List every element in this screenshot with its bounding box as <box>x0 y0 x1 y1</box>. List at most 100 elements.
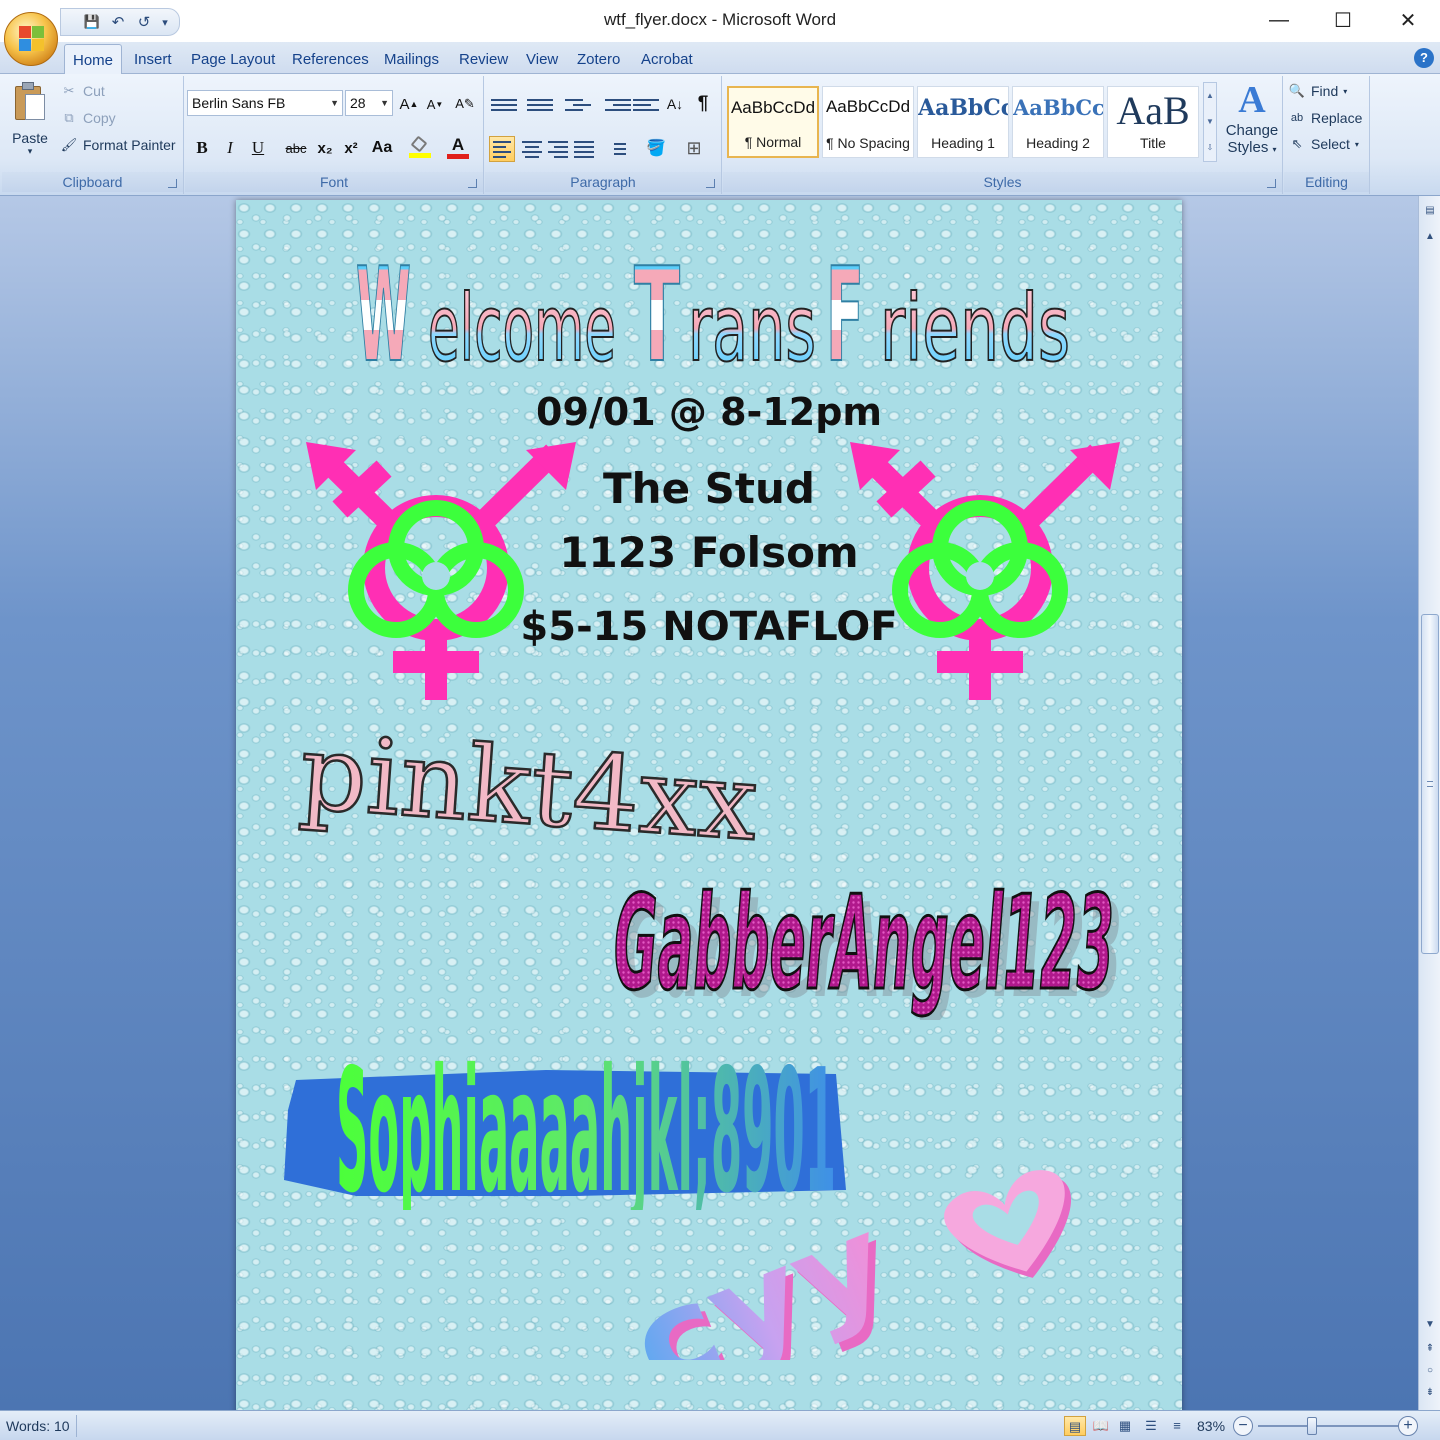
outline-view-icon[interactable]: ☰ <box>1140 1416 1162 1436</box>
style-heading-2-sample: AaBbCc <box>1013 95 1103 120</box>
zoom-slider-track[interactable] <box>1258 1425 1398 1427</box>
title-word-elcome: elcome <box>428 275 616 370</box>
event-date: 09/01 @ 8-12pm <box>536 390 882 434</box>
bold-button[interactable]: B <box>191 134 213 162</box>
underline-button[interactable]: U <box>245 134 271 162</box>
align-center-icon[interactable] <box>519 136 545 162</box>
tab-references[interactable]: References <box>292 50 369 74</box>
line-spacing-icon[interactable] <box>603 136 629 162</box>
styles-group-label: Styles <box>723 172 1282 192</box>
style-title[interactable]: AaB Title <box>1107 86 1199 158</box>
find-button[interactable]: 🔍 Find ▾ <box>1288 80 1347 102</box>
numbering-icon[interactable] <box>527 94 553 116</box>
change-styles-button[interactable]: A Change Styles ▾ <box>1223 78 1281 168</box>
paragraph-group-label: Paragraph <box>485 172 721 192</box>
styles-gallery-scroll[interactable]: ▲ ▼ ⇩ <box>1203 82 1217 162</box>
status-bar: Words: 10 ▤ 📖 ▦ ☰ ≡ 83% − + <box>0 1410 1440 1440</box>
styles-launcher-icon[interactable] <box>1267 179 1276 188</box>
font-size-value: 28 <box>350 95 366 111</box>
tab-home[interactable]: Home <box>64 44 123 75</box>
heart-icon <box>944 1170 1071 1278</box>
style-no-spacing[interactable]: AaBbCcDd ¶ No Spacing <box>822 86 914 158</box>
clear-formatting-button[interactable]: A✎ <box>451 90 479 118</box>
tab-view[interactable]: View <box>526 50 558 74</box>
scroll-down-icon[interactable]: ▼ <box>1421 1316 1439 1334</box>
strikethrough-button[interactable]: abc <box>281 134 311 162</box>
font-family-combo[interactable]: Berlin Sans FB ▼ <box>187 90 343 116</box>
zoom-slider-thumb[interactable] <box>1307 1417 1317 1435</box>
office-button[interactable] <box>4 12 58 66</box>
paste-icon <box>13 82 47 122</box>
shading-icon[interactable]: 🪣 <box>641 134 671 162</box>
cut-button[interactable]: ✂ Cut <box>60 80 105 102</box>
help-icon[interactable]: ? <box>1414 48 1434 68</box>
grow-font-icon: A <box>399 95 410 113</box>
grow-font-button[interactable]: A ▲ <box>397 90 421 118</box>
close-button[interactable]: ✕ <box>1376 0 1440 40</box>
copy-button[interactable]: ⧉ Copy <box>60 107 115 129</box>
style-heading-1[interactable]: AaBbCc Heading 1 <box>917 86 1009 158</box>
paragraph-launcher-icon[interactable] <box>706 179 715 188</box>
minimize-button[interactable]: — <box>1247 0 1311 40</box>
word-count[interactable]: Words: 10 <box>6 1418 70 1434</box>
align-left-icon[interactable] <box>489 136 515 162</box>
window-title: wtf_flyer.docx - Microsoft Word <box>603 10 837 29</box>
bullets-icon[interactable] <box>491 94 517 116</box>
scroll-up-icon[interactable]: ▲ <box>1421 228 1439 246</box>
font-color-button[interactable]: A <box>443 134 473 162</box>
zoom-level[interactable]: 83% <box>1197 1418 1225 1434</box>
replace-button[interactable]: ab Replace <box>1288 107 1363 129</box>
style-normal[interactable]: AaBbCcDd ¶ Normal <box>727 86 819 158</box>
print-layout-view-icon[interactable]: ▤ <box>1064 1416 1086 1436</box>
ruler-toggle-icon[interactable]: ▤ <box>1421 202 1439 220</box>
vertical-scrollbar[interactable]: ▤ ▲ ▼ ⇞ ○ ⇟ <box>1418 196 1440 1410</box>
select-button[interactable]: ⇖ Select ▾ <box>1288 133 1359 155</box>
draft-view-icon[interactable]: ≡ <box>1166 1416 1188 1436</box>
tab-mailings[interactable]: Mailings <box>384 50 439 74</box>
full-screen-reading-icon[interactable]: 📖 <box>1090 1416 1112 1436</box>
zoom-out-icon[interactable]: − <box>1233 1416 1253 1436</box>
paste-button[interactable]: Paste ▾ <box>6 80 54 166</box>
title-word-riends: riends <box>880 275 1070 370</box>
tab-acrobat[interactable]: Acrobat <box>641 50 693 74</box>
editing-group: 🔍 Find ▾ ab Replace ⇖ Select ▾ Editing <box>1284 76 1370 194</box>
next-page-icon[interactable]: ⇟ <box>1421 1384 1439 1402</box>
multilevel-list-icon[interactable] <box>565 94 591 116</box>
binoculars-icon: 🔍 <box>1288 83 1306 98</box>
document-page[interactable]: W elcome T rans F riends 09/01 @ 8-12pm … <box>236 200 1182 1410</box>
web-layout-icon[interactable]: ▦ <box>1114 1416 1136 1436</box>
increase-indent-icon[interactable] <box>633 94 659 116</box>
subscript-button[interactable]: x₂ <box>313 134 337 162</box>
borders-icon[interactable]: ⊞ <box>679 134 709 162</box>
sort-icon[interactable]: A↓ <box>663 90 687 118</box>
font-launcher-icon[interactable] <box>468 179 477 188</box>
show-formatting-icon[interactable]: ¶ <box>691 90 715 118</box>
previous-page-icon[interactable]: ⇞ <box>1421 1340 1439 1358</box>
align-right-icon[interactable] <box>545 136 571 162</box>
tab-review[interactable]: Review <box>459 50 508 74</box>
highlight-button[interactable] <box>405 134 435 162</box>
tab-zotero[interactable]: Zotero <box>577 50 620 74</box>
format-painter-button[interactable]: 🖌 Format Painter <box>60 134 176 156</box>
justify-icon[interactable] <box>571 136 597 162</box>
style-heading-2[interactable]: AaBbCc Heading 2 <box>1012 86 1104 158</box>
clipboard-launcher-icon[interactable] <box>168 179 177 188</box>
artist-gabberangel123-text: GabberAngel123 <box>614 867 1114 1019</box>
tab-page-layout[interactable]: Page Layout <box>191 50 275 74</box>
maximize-button[interactable]: ☐ <box>1311 0 1375 40</box>
scroll-thumb[interactable] <box>1421 614 1439 954</box>
replace-label: Replace <box>1311 110 1363 126</box>
shrink-font-button[interactable]: A ▼ <box>423 90 447 118</box>
shrink-font-icon: A <box>426 96 436 112</box>
zoom-in-icon[interactable]: + <box>1398 1416 1418 1436</box>
select-browse-object-icon[interactable]: ○ <box>1421 1362 1439 1380</box>
italic-button[interactable]: I <box>219 134 241 162</box>
superscript-button[interactable]: x² <box>339 134 363 162</box>
style-title-sample: AaB <box>1116 88 1190 133</box>
decrease-indent-icon[interactable] <box>605 94 631 116</box>
paste-label: Paste <box>12 130 48 146</box>
change-case-button[interactable]: Aa <box>367 134 397 162</box>
tab-insert[interactable]: Insert <box>134 50 172 74</box>
font-size-combo[interactable]: 28 ▼ <box>345 90 393 116</box>
change-styles-label-1: Change <box>1225 122 1279 139</box>
